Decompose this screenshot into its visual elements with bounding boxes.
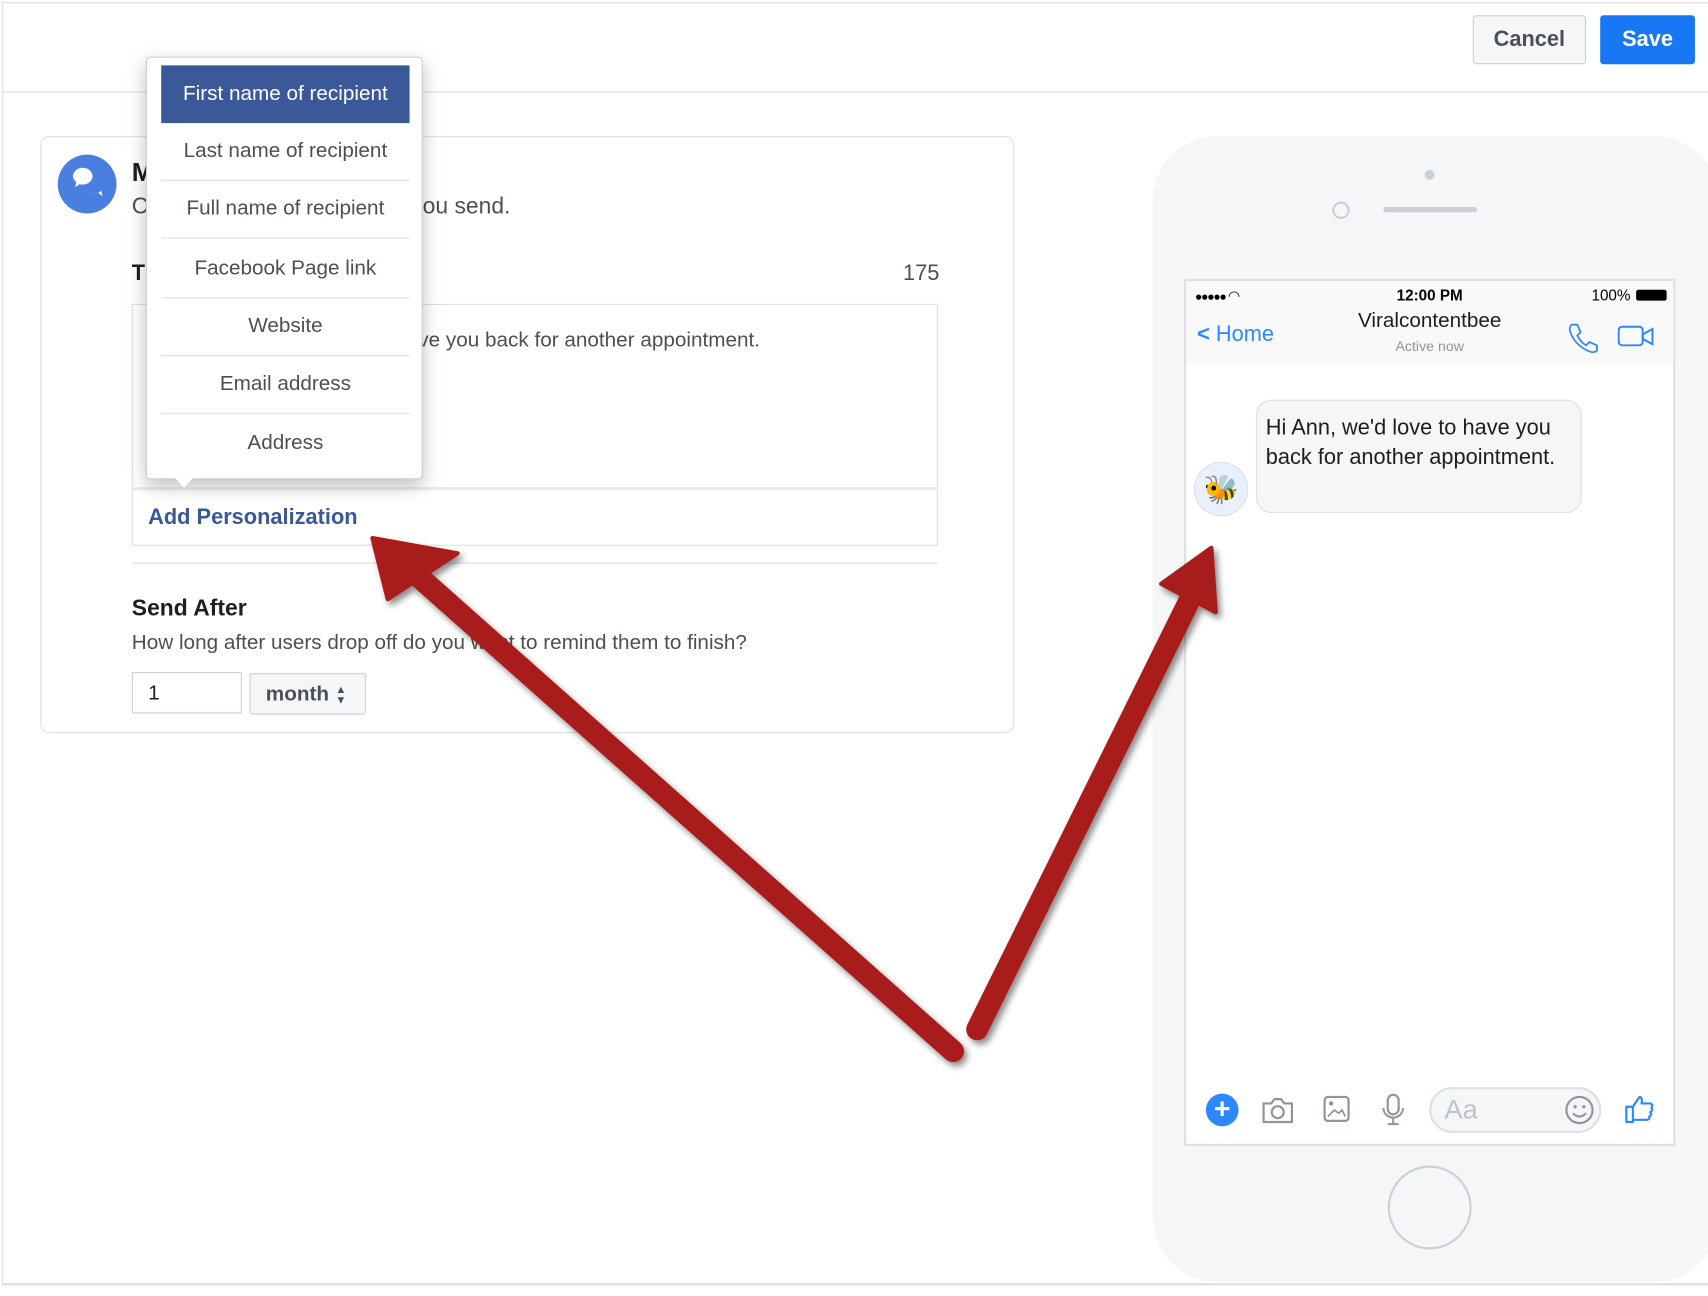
- phone-camera-dot: [1424, 169, 1435, 180]
- phone-speaker: [1383, 206, 1478, 213]
- select-arrows-icon: ▲ ▼: [335, 684, 347, 707]
- composer-bar: + Aa: [1193, 1087, 1659, 1135]
- bee-avatar: 🐝: [1193, 461, 1249, 517]
- send-after-value-input[interactable]: 1: [131, 672, 242, 714]
- menu-item-first-name[interactable]: First name of recipient: [161, 65, 410, 124]
- menu-item-page-link[interactable]: Facebook Page link: [161, 241, 410, 299]
- menu-item-full-name[interactable]: Full name of recipient: [161, 181, 410, 239]
- divider: [131, 562, 938, 565]
- messenger-bubbles-icon: [57, 154, 117, 214]
- message-input[interactable]: Aa: [1429, 1087, 1602, 1133]
- message-bubble: Hi Ann, we'd love to have you back for a…: [1255, 399, 1582, 514]
- camera-icon[interactable]: [1260, 1094, 1295, 1127]
- add-personalization-link[interactable]: Add Personalization: [148, 505, 357, 530]
- menu-item-last-name[interactable]: Last name of recipient: [161, 123, 410, 181]
- phone-front-camera: [1332, 201, 1350, 219]
- text-label: T: [131, 261, 146, 286]
- char-count: 175: [903, 261, 940, 286]
- menu-item-address[interactable]: Address: [161, 414, 409, 472]
- send-after-title: Send After: [131, 595, 247, 621]
- phone-call-icon[interactable]: [1565, 320, 1598, 353]
- save-button[interactable]: Save: [1600, 15, 1695, 65]
- thumbs-up-icon[interactable]: [1624, 1093, 1657, 1126]
- send-after-unit-select[interactable]: month ▲ ▼: [249, 673, 367, 715]
- microphone-icon[interactable]: [1380, 1093, 1406, 1128]
- message-placeholder: Aa: [1444, 1094, 1478, 1126]
- unit-value: month: [265, 682, 330, 706]
- contact-name: Viralcontentbee: [1357, 309, 1502, 333]
- cancel-button[interactable]: Cancel: [1472, 15, 1587, 65]
- battery-icon: [1636, 289, 1667, 301]
- card-subtitle-end: ou send.: [422, 193, 511, 219]
- phone-home-button: [1387, 1165, 1472, 1250]
- menu-item-email[interactable]: Email address: [161, 356, 410, 414]
- contact-status: Active now: [1395, 337, 1464, 355]
- menu-pointer: [174, 477, 194, 489]
- message-text: ve you back for another appointment.: [418, 328, 761, 352]
- video-call-icon[interactable]: [1617, 325, 1655, 349]
- send-after-question: How long after users drop off do you wan…: [131, 631, 747, 655]
- battery-percent: 100%: [1591, 286, 1631, 304]
- personalization-menu: First name of recipient Last name of rec…: [145, 56, 423, 480]
- emoji-icon[interactable]: [1564, 1095, 1597, 1128]
- menu-item-website[interactable]: Website: [161, 298, 410, 357]
- image-icon[interactable]: [1321, 1094, 1352, 1127]
- plus-icon[interactable]: +: [1205, 1093, 1239, 1127]
